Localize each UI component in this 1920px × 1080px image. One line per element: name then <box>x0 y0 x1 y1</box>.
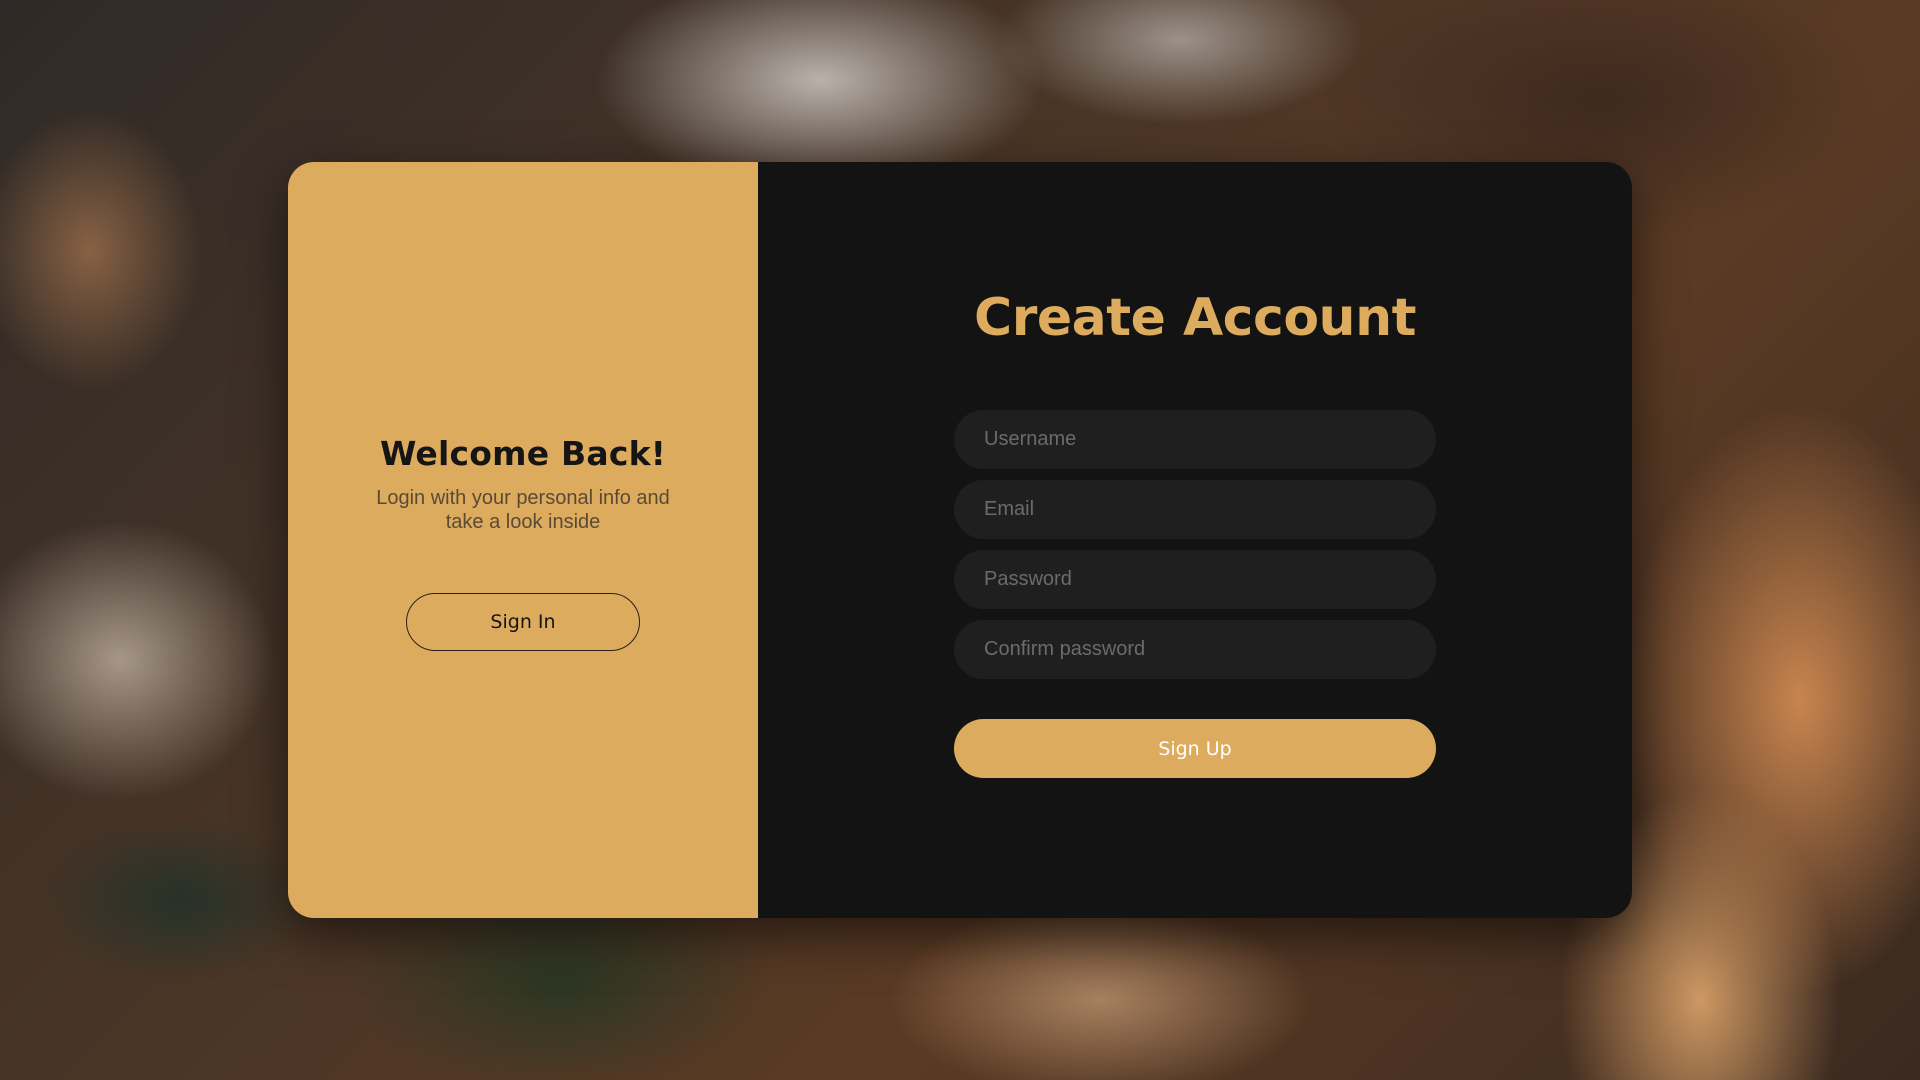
sign-up-button[interactable]: Sign Up <box>954 719 1436 778</box>
username-input[interactable] <box>954 410 1436 469</box>
confirm-password-input[interactable] <box>954 620 1436 679</box>
welcome-title: Welcome Back! <box>380 434 666 473</box>
create-account-panel: Create Account Sign Up <box>758 162 1632 918</box>
signup-form: Sign Up <box>954 410 1436 778</box>
welcome-subtitle-line-2: take a look inside <box>445 511 601 533</box>
sign-in-button[interactable]: Sign In <box>406 593 640 651</box>
password-input[interactable] <box>954 550 1436 609</box>
welcome-panel: Welcome Back! Login with your personal i… <box>288 162 758 918</box>
email-input[interactable] <box>954 480 1436 539</box>
signup-card: Welcome Back! Login with your personal i… <box>288 162 1632 918</box>
welcome-subtitle-line-1: Login with your personal info and <box>376 487 670 509</box>
create-account-title: Create Account <box>974 288 1416 348</box>
welcome-subtitle: Login with your personal info and take a… <box>348 486 698 534</box>
